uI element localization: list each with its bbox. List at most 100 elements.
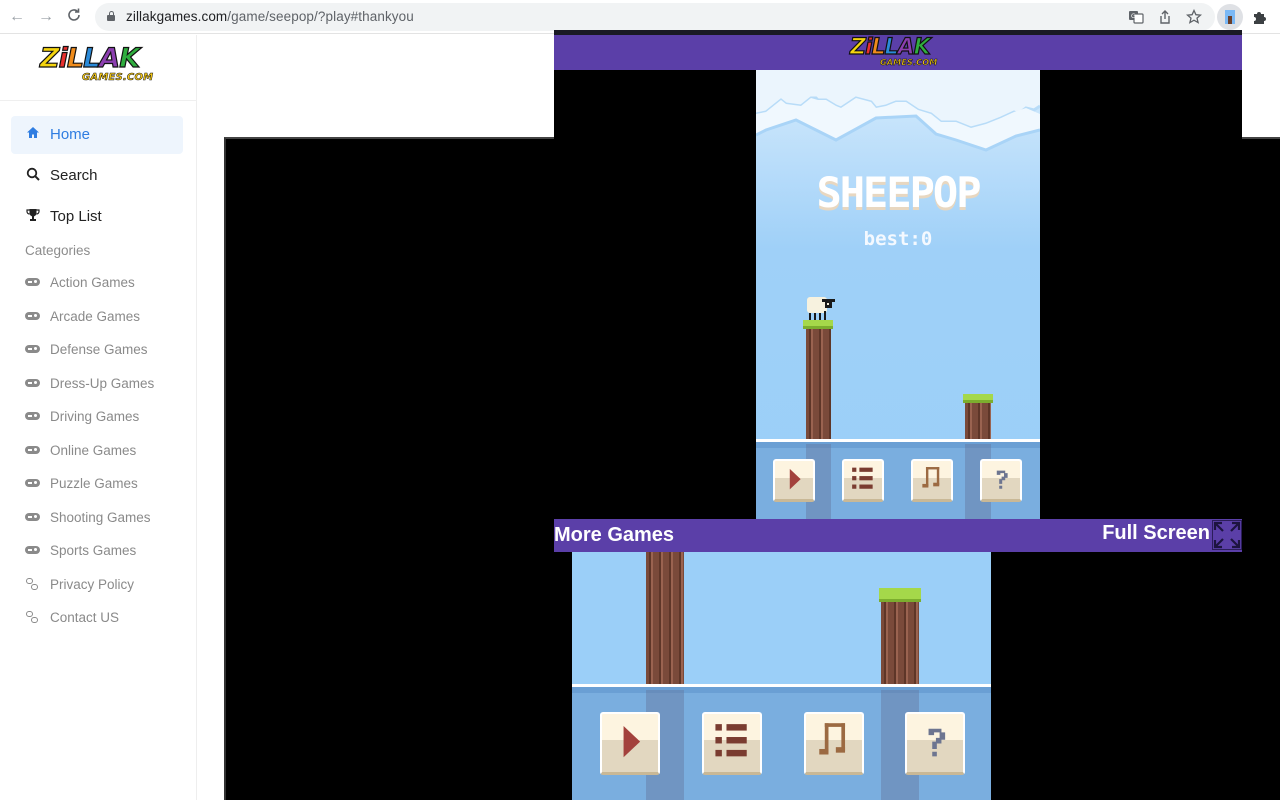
- sidebar-item-label: Home: [50, 126, 91, 143]
- sidebar-item-search[interactable]: Search: [11, 157, 183, 195]
- gamepad-icon: [25, 344, 40, 354]
- sidebar-category-label: Arcade Games: [50, 308, 141, 324]
- sidebar-category-item[interactable]: Sports Games: [11, 539, 183, 565]
- list-icon: [715, 724, 747, 757]
- game-help-button[interactable]: [980, 459, 1022, 502]
- gamepad-icon: [25, 311, 40, 321]
- best-score: best:0: [863, 228, 933, 250]
- sidebar-item-label: Search: [50, 167, 98, 184]
- game-music-button[interactable]: [911, 459, 953, 502]
- url-path: /game/seepop/?play#thankyou: [227, 9, 414, 24]
- game-music-button[interactable]: [804, 712, 864, 775]
- list-icon: [852, 467, 873, 489]
- clouds: [756, 70, 1040, 152]
- sidebar-category-label: Puzzle Games: [50, 476, 138, 491]
- gamepad-icon: [25, 512, 40, 522]
- sidebar-category-label: Sports Games: [50, 543, 137, 558]
- sidebar-category-label: Online Games: [50, 442, 137, 458]
- music-note-icon: [922, 467, 940, 488]
- gamepad-icon: [25, 411, 40, 421]
- home-icon: [25, 126, 41, 142]
- game-leaderboard-button[interactable]: [842, 459, 884, 502]
- game-leaderboard-button[interactable]: [702, 712, 762, 775]
- sidebar-category-item[interactable]: Puzzle Games: [11, 472, 183, 498]
- sidebar-item-top-list[interactable]: Top List: [11, 198, 183, 236]
- site-logo[interactable]: ZiLLAK GAMES.COM: [39, 43, 155, 85]
- sidebar-category-item[interactable]: Defense Games: [11, 338, 183, 364]
- logo-text: ZiLLAK: [849, 35, 931, 60]
- game-canvas[interactable]: SHEEPOP best:0: [756, 70, 1040, 519]
- sidebar-category-label: Defense Games: [50, 342, 148, 357]
- address-bar[interactable]: zillakgames.com/game/seepop/?play#thanky…: [95, 3, 1215, 31]
- fullscreen-arrows-icon[interactable]: [1212, 520, 1242, 550]
- gamepad-icon: [25, 478, 40, 488]
- reload-button[interactable]: [64, 7, 84, 27]
- sidebar-category-label: Privacy Policy: [50, 576, 135, 592]
- sidebar-divider: [0, 100, 197, 101]
- game-popup: ZiLLAK GAMES.COM SHEEPOP best:0 More Gam…: [554, 30, 1242, 552]
- more-games-link[interactable]: More Games: [554, 524, 674, 547]
- sidebar-category-label: Action Games: [50, 275, 135, 290]
- browser-toolbar: ← → zillakgames.com/game/seepop/?play#th…: [0, 0, 1280, 34]
- svg-text:G: G: [1131, 13, 1136, 20]
- sidebar-category-label: Shooting Games: [50, 509, 151, 525]
- search-icon: [25, 167, 41, 183]
- game-play-button[interactable]: [600, 712, 660, 775]
- pillar: [881, 602, 919, 684]
- translate-icon[interactable]: G: [1128, 9, 1144, 25]
- pillar-grass: [879, 588, 921, 602]
- underlying-game-canvas[interactable]: [572, 552, 991, 800]
- full-screen-link[interactable]: Full Screen: [1102, 522, 1210, 545]
- sidebar: ZiLLAK GAMES.COM Home Search Top List Ca…: [0, 35, 197, 800]
- game-play-button[interactable]: [773, 459, 815, 502]
- sidebar-category-label: Contact US: [50, 610, 120, 625]
- back-button[interactable]: ←: [7, 7, 27, 27]
- categories-heading: Categories: [25, 243, 91, 258]
- music-note-icon: [819, 723, 846, 755]
- popup-header: ZiLLAK GAMES.COM: [554, 35, 1242, 70]
- game-help-button[interactable]: [905, 712, 965, 775]
- gamepad-icon: [25, 378, 40, 388]
- sidebar-category-item[interactable]: Action Games: [11, 271, 183, 297]
- play-icon: [789, 468, 801, 490]
- sidebar-category-item[interactable]: Online Games: [11, 439, 183, 465]
- sidebar-category-label: Dress-Up Games: [50, 375, 155, 391]
- gamepad-icon: [25, 445, 40, 455]
- pillar-grass: [803, 320, 833, 329]
- url-host: zillakgames.com: [126, 9, 228, 24]
- logo-text: ZiLLAK: [39, 43, 140, 74]
- logo-subtext: GAMES.COM: [82, 72, 154, 83]
- gamepad-icon: [25, 545, 40, 555]
- sidebar-category-item[interactable]: Dress-Up Games: [11, 372, 183, 398]
- url-text[interactable]: zillakgames.com/game/seepop/?play#thanky…: [126, 9, 414, 24]
- sidebar-category-item[interactable]: Privacy Policy: [11, 573, 183, 599]
- pillar-grass: [963, 394, 993, 403]
- sidebar-item-label: Top List: [50, 208, 102, 225]
- gamepad-icon: [25, 277, 40, 287]
- question-icon: [928, 728, 946, 757]
- pillar: [646, 552, 684, 684]
- logo-subtext: GAMES.COM: [880, 58, 938, 67]
- lock-icon: [107, 11, 115, 21]
- sidebar-category-item[interactable]: Shooting Games: [11, 506, 183, 532]
- popup-footer: More Games Full Screen: [554, 519, 1242, 552]
- sidebar-category-item[interactable]: Driving Games: [11, 405, 183, 431]
- share-icon[interactable]: [1157, 9, 1173, 25]
- extension-icon[interactable]: [1217, 4, 1243, 30]
- trophy-icon: [25, 208, 41, 224]
- play-icon: [623, 725, 641, 758]
- sidebar-category-item[interactable]: Contact US: [11, 606, 183, 632]
- link-icon: [25, 577, 40, 590]
- extensions-puzzle-icon[interactable]: [1246, 4, 1272, 30]
- forward-button[interactable]: →: [36, 7, 56, 27]
- sidebar-category-label: Driving Games: [50, 409, 140, 424]
- sidebar-item-home[interactable]: Home: [11, 116, 183, 154]
- pillar: [965, 403, 991, 439]
- popup-logo[interactable]: ZiLLAK GAMES.COM: [849, 35, 950, 69]
- link-icon: [25, 611, 40, 623]
- sidebar-category-item[interactable]: Arcade Games: [11, 305, 183, 331]
- pillar: [806, 329, 831, 439]
- bookmark-star-icon[interactable]: [1185, 8, 1203, 25]
- game-title: SHEEPOP: [816, 168, 981, 217]
- question-icon: [996, 470, 1008, 489]
